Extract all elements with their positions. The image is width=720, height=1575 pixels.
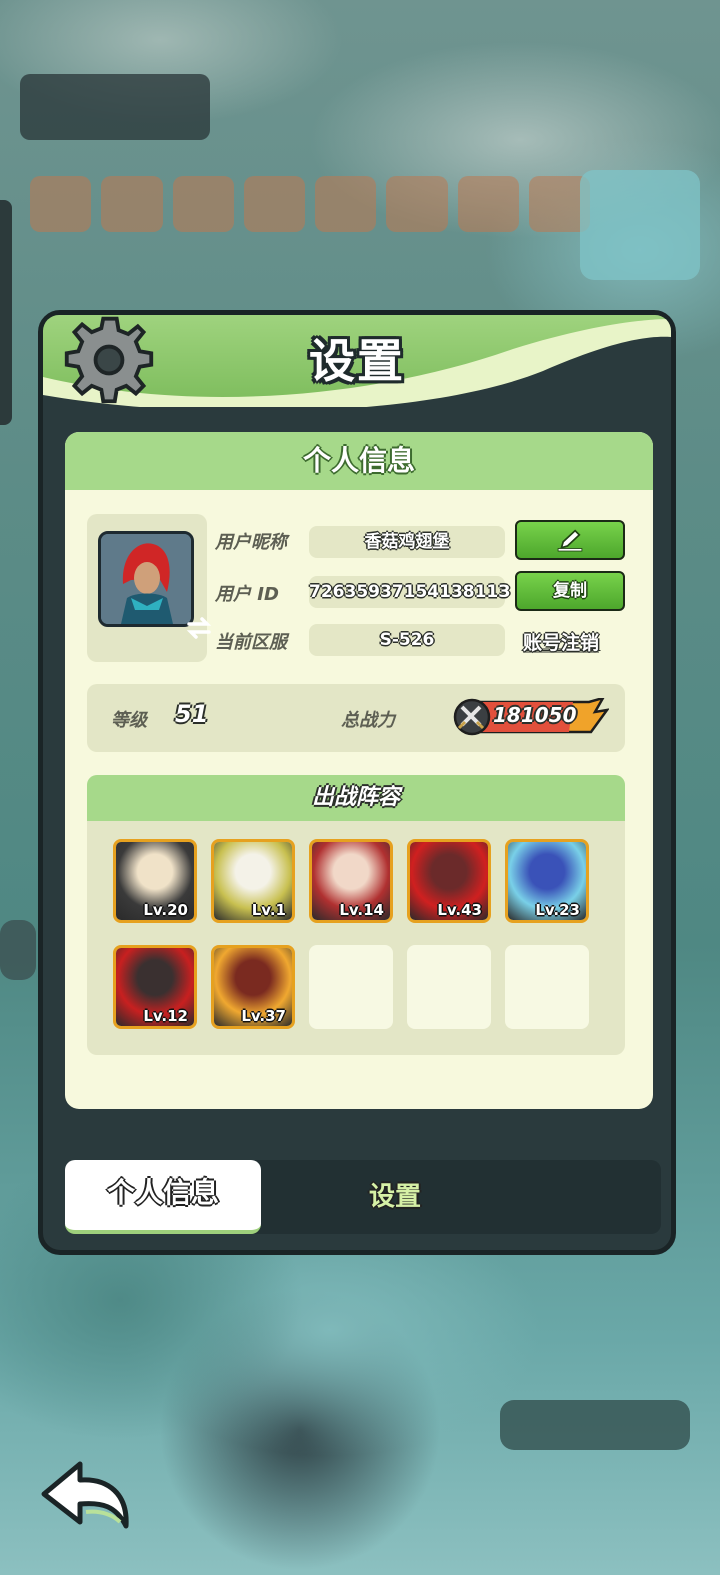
background-hero-row [30, 176, 590, 232]
panel-header: 设置 [43, 315, 671, 407]
power-value: 181050 [493, 703, 577, 727]
level-value: 51 [175, 700, 209, 728]
profile-info-card: 个人信息 用户昵称 香菇鸡翅堡 用户 ID 7263593715413811З … [65, 432, 653, 1109]
server-label: 当前区服 [215, 632, 287, 653]
tab-settings[interactable]: 设置 [335, 1160, 455, 1234]
lineup-title: 出战阵容 [87, 775, 625, 821]
user-id-label: 用户 ID [215, 584, 279, 605]
tab-personal-info[interactable]: 个人信息 [65, 1160, 261, 1234]
battle-lineup: 出战阵容 Lv.20 Lv.1 Lv.14 Lv.43 Lv.23 Lv.12 Lv.37 [87, 775, 625, 1055]
avatar-container [87, 514, 212, 662]
nickname-value: 香菇鸡翅堡 [309, 526, 505, 558]
tab-bar: 个人信息 设置 [65, 1160, 661, 1234]
settings-panel: 设置 个人信息 用户昵称 香菇鸡翅堡 用户 ID 726359371541381… [38, 310, 676, 1255]
hero-level: Lv.14 [339, 901, 384, 919]
hero-level: Lv.12 [143, 1007, 188, 1025]
user-id-value: 7263593715413811З [309, 576, 510, 608]
edit-nickname-button[interactable] [515, 520, 625, 560]
hero-slot[interactable]: Lv.14 [309, 839, 393, 923]
level-label: 等级 [111, 710, 147, 731]
background-player-bar [20, 74, 210, 140]
section-title: 个人信息 [65, 432, 653, 490]
hero-level: Lv.1 [251, 901, 286, 919]
side-edge-tab [0, 200, 12, 425]
swap-icon[interactable] [185, 616, 213, 640]
server-value: S-526 [309, 624, 505, 656]
avatar-portrait [101, 534, 191, 624]
account-deletion-link[interactable]: 账号注销 [523, 628, 599, 655]
background-minimap [580, 170, 700, 280]
empty-hero-slot[interactable] [309, 945, 393, 1029]
stats-row: 等级 51 总战力 181050 [87, 684, 625, 752]
hero-level: Lv.43 [437, 901, 482, 919]
hero-slot[interactable]: Lv.20 [113, 839, 197, 923]
hero-level: Lv.37 [241, 1007, 286, 1025]
hero-level: Lv.20 [143, 901, 188, 919]
hero-slot[interactable]: Lv.37 [211, 945, 295, 1029]
hero-slot[interactable]: Lv.1 [211, 839, 295, 923]
hero-level: Lv.23 [535, 901, 580, 919]
hero-slot[interactable]: Lv.23 [505, 839, 589, 923]
power-label: 总战力 [341, 710, 395, 731]
background-reward-bar [500, 1400, 690, 1450]
nickname-label: 用户昵称 [215, 532, 287, 553]
pencil-icon [557, 529, 583, 552]
background-side-icon [0, 920, 36, 980]
hero-slot[interactable]: Lv.12 [113, 945, 197, 1029]
empty-hero-slot[interactable] [505, 945, 589, 1029]
empty-hero-slot[interactable] [407, 945, 491, 1029]
back-arrow-icon[interactable] [36, 1456, 132, 1536]
avatar[interactable] [98, 531, 194, 627]
hero-slot[interactable]: Lv.43 [407, 839, 491, 923]
copy-id-button[interactable]: 复制 [515, 571, 625, 611]
panel-title: 设置 [309, 334, 405, 388]
